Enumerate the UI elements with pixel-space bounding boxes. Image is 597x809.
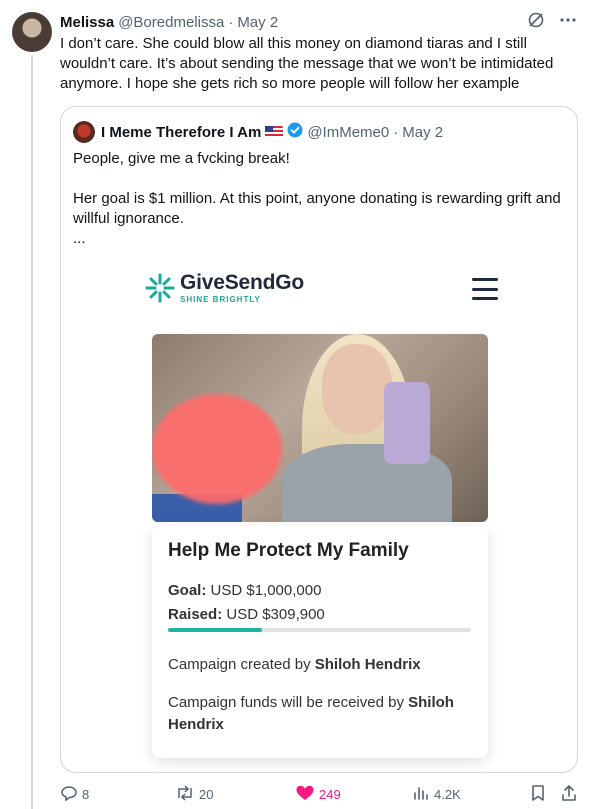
tweet-text: I don’t care. She could blow all this mo… [60, 35, 554, 92]
reply-icon [60, 784, 78, 805]
tweet-header: Melissa @Boredmelissa · May 2 [60, 12, 278, 32]
created-prefix: Campaign created by [168, 656, 311, 673]
goal-label: Goal: [168, 582, 207, 599]
hamburger-menu-icon [472, 278, 498, 300]
raised-value: USD $309,900 [226, 606, 325, 623]
raised-label: Raised: [168, 606, 223, 623]
campaign-card: Help Me Protect My Family Goal: USD $1,0… [152, 526, 488, 758]
heart-icon [295, 784, 315, 805]
repost-icon [175, 784, 195, 805]
repost-count: 20 [199, 787, 214, 802]
givesendgo-mark-icon [144, 272, 176, 304]
tweet-actions: 8 20 249 4.2K [60, 784, 585, 808]
quote-date: May 2 [402, 123, 444, 141]
quoted-tweet[interactable]: I Meme Therefore I Am @ImMeme0 · May 2 P… [60, 106, 578, 773]
quote-author-handle: @ImMeme0 [307, 123, 390, 141]
raised-progress-bar [168, 628, 471, 632]
share-icon [560, 784, 578, 805]
separator-dot: · [228, 13, 234, 31]
givesendgo-brand: GiveSendGo [180, 271, 305, 294]
reply-button[interactable]: 8 [60, 784, 89, 805]
givesendgo-logo: GiveSendGo SHINE BRIGHTLY [144, 272, 304, 304]
goal-row: Goal: USD $1,000,000 [168, 582, 321, 599]
verified-badge-icon [287, 122, 303, 142]
created-by-line: Campaign created by Shiloh Hendrix [168, 654, 478, 676]
quote-line-2: Her goal is $1 million. At this point, a… [73, 190, 561, 227]
quote-author-avatar [73, 121, 95, 143]
raised-row: Raised: USD $309,900 [168, 606, 325, 623]
thread-line [31, 56, 33, 809]
more-options-icon[interactable] [559, 11, 577, 29]
us-flag-icon [265, 126, 284, 138]
givesendgo-header: GiveSendGo SHINE BRIGHTLY [128, 264, 512, 316]
repost-button[interactable]: 20 [175, 784, 213, 805]
redaction-blur [152, 394, 282, 504]
quote-header: I Meme Therefore I Am @ImMeme0 · May 2 [73, 121, 443, 143]
created-name: Shiloh Hendrix [314, 656, 421, 673]
views-count: 4.2K [434, 787, 461, 802]
goal-value: USD $1,000,000 [210, 582, 322, 599]
like-button[interactable]: 249 [295, 784, 341, 805]
quote-author-name: I Meme Therefore I Am [101, 123, 262, 141]
campaign-title: Help Me Protect My Family [168, 540, 409, 561]
campaign-photo [152, 334, 488, 522]
author-name[interactable]: Melissa [60, 14, 114, 31]
views-chart-icon [412, 784, 430, 805]
bookmark-button[interactable] [530, 784, 546, 805]
share-button[interactable] [560, 784, 578, 805]
raised-progress-fill [168, 628, 262, 632]
quote-media-image[interactable]: GiveSendGo SHINE BRIGHTLY Help Me Protec… [128, 264, 512, 772]
bookmark-icon [530, 784, 546, 805]
funds-received-line: Campaign funds will be received by Shilo… [168, 692, 478, 736]
header-icons [527, 11, 577, 29]
views-button[interactable]: 4.2K [412, 784, 461, 805]
tweet-date[interactable]: May 2 [237, 14, 278, 31]
grok-icon[interactable] [527, 11, 545, 29]
author-handle[interactable]: @Boredmelissa [118, 14, 224, 31]
quote-separator-dot: · [393, 123, 399, 141]
author-avatar[interactable] [12, 12, 52, 52]
funds-prefix: Campaign funds will be received by [168, 694, 404, 711]
like-count: 249 [319, 787, 341, 802]
givesendgo-tagline: SHINE BRIGHTLY [180, 295, 261, 304]
quote-ellipsis: ... [73, 230, 86, 247]
quote-line-1: People, give me a fvcking break! [73, 150, 290, 167]
quote-text: People, give me a fvcking break! Her goa… [73, 149, 563, 249]
reply-count: 8 [82, 787, 90, 802]
